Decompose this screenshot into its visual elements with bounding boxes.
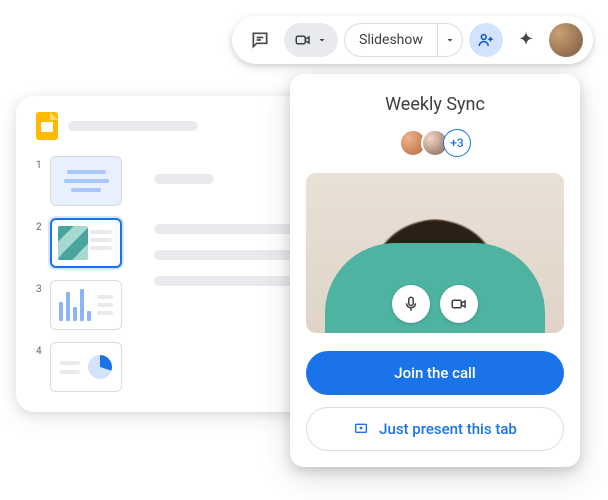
more-participants-badge[interactable]: +3 (443, 129, 471, 157)
top-toolbar: Slideshow (232, 16, 593, 64)
video-call-chip[interactable] (284, 23, 338, 57)
meeting-title: Weekly Sync (385, 94, 485, 115)
sparkle-icon (516, 30, 536, 50)
meet-panel: Weekly Sync +3 Join the call Just p (290, 74, 580, 467)
microphone-icon (402, 295, 420, 313)
microphone-toggle-button[interactable] (392, 285, 430, 323)
pie-chart-icon (88, 355, 112, 379)
placeholder-line (154, 276, 302, 286)
slide-thumbnail-2[interactable] (50, 218, 122, 268)
slideshow-dropdown-button[interactable] (437, 23, 463, 57)
slides-logo-icon (36, 112, 58, 140)
comment-icon (250, 30, 270, 50)
participant-avatars: +3 (399, 129, 471, 157)
video-icon (294, 31, 312, 49)
thumbnail-row: 4 (36, 342, 122, 392)
video-icon (450, 295, 468, 313)
slide-thumbnail-4[interactable] (50, 342, 122, 392)
present-icon (353, 421, 369, 437)
present-tab-button[interactable]: Just present this tab (306, 407, 564, 451)
slide-thumbnail-1[interactable] (50, 156, 122, 206)
thumbnail-number: 4 (36, 342, 44, 357)
chevron-down-icon (444, 34, 456, 46)
share-button[interactable] (469, 23, 503, 57)
thumbnail-row: 2 (36, 218, 122, 268)
present-tab-label: Just present this tab (379, 420, 517, 438)
slide-thumbnails: 1 2 3 4 (36, 156, 122, 392)
account-avatar[interactable] (549, 23, 583, 57)
placeholder-line (154, 224, 302, 234)
slideshow-label: Slideshow (359, 32, 423, 48)
join-call-button[interactable]: Join the call (306, 351, 564, 395)
slideshow-button[interactable]: Slideshow (344, 23, 437, 57)
slideshow-split-button: Slideshow (344, 23, 463, 57)
placeholder-line (154, 250, 302, 260)
comments-button[interactable] (242, 22, 278, 58)
editor-header (36, 112, 318, 140)
thumbnail-row: 1 (36, 156, 122, 206)
self-video-preview (306, 173, 564, 333)
chevron-down-icon (316, 34, 328, 46)
slide-thumbnail-3[interactable] (50, 280, 122, 330)
thumbnail-number: 2 (36, 218, 44, 233)
camera-toggle-button[interactable] (440, 285, 478, 323)
document-title-placeholder[interactable] (68, 121, 198, 131)
thumbnail-number: 3 (36, 280, 44, 295)
call-controls (392, 285, 478, 323)
person-add-icon (477, 31, 495, 49)
thumbnail-row: 3 (36, 280, 122, 330)
thumbnail-number: 1 (36, 156, 44, 171)
placeholder-line (154, 174, 214, 184)
gemini-button[interactable] (509, 23, 543, 57)
join-call-label: Join the call (394, 364, 475, 382)
